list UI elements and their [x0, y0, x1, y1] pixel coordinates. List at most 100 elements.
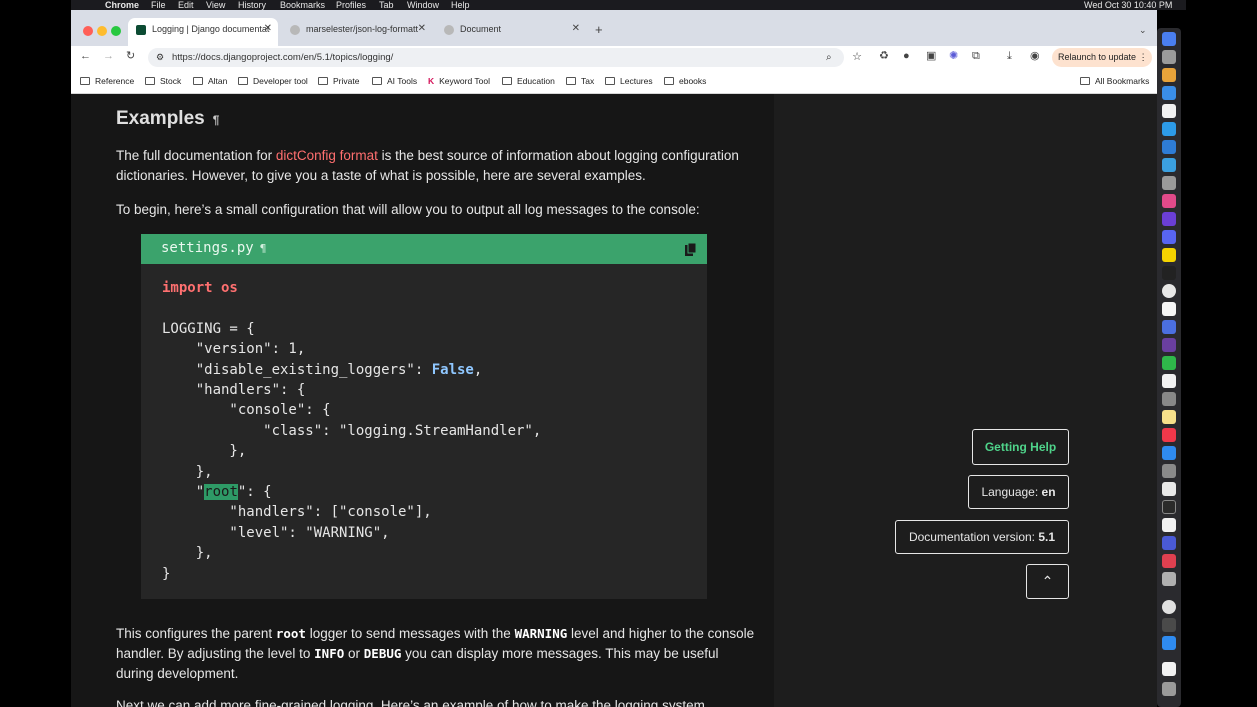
app-icon[interactable] [1162, 554, 1176, 568]
version-selector[interactable]: Documentation version: 5.1 [895, 520, 1069, 554]
bookmark-star-icon[interactable]: ☆ [852, 48, 862, 67]
tab-django-logging[interactable]: Logging | Django documentat ✕ [128, 18, 278, 46]
close-tab-icon[interactable]: ✕ [418, 19, 426, 39]
bookmark-lectures[interactable]: Lectures [605, 76, 653, 86]
copy-icon[interactable] [685, 243, 696, 256]
getting-help-button[interactable]: Getting Help [972, 429, 1069, 465]
bookmark-altan[interactable]: Altan [193, 76, 227, 86]
app-icon[interactable] [1162, 500, 1176, 514]
relaunch-button[interactable]: Relaunch to update ⋮ [1052, 48, 1152, 67]
bookmark-reference[interactable]: Reference [80, 76, 134, 86]
code-keyword: import [162, 280, 213, 296]
system-settings-icon[interactable] [1162, 600, 1176, 614]
all-bookmarks[interactable]: All Bookmarks [1080, 76, 1149, 86]
safari-icon[interactable] [1162, 86, 1176, 100]
heading-permalink[interactable]: ¶ [213, 113, 220, 127]
telegram-icon[interactable] [1162, 158, 1176, 172]
app-icon[interactable] [1162, 212, 1176, 226]
menu-view[interactable]: View [206, 0, 225, 10]
menu-help[interactable]: Help [451, 0, 470, 10]
dictconfig-link[interactable]: dictConfig format [276, 148, 378, 163]
bookmark-developer-tool[interactable]: Developer tool [238, 76, 308, 86]
extension-square-icon[interactable]: ▣ [926, 49, 936, 63]
folder-icon [238, 77, 248, 85]
bookmark-private[interactable]: Private [318, 76, 359, 86]
back-to-top-button[interactable]: ⌃ [1026, 564, 1069, 599]
discord-icon[interactable] [1162, 230, 1176, 244]
extension-recycle-icon[interactable]: ♻ [879, 49, 889, 63]
close-window-button[interactable] [83, 26, 93, 36]
extension-gear-icon[interactable]: ✺ [949, 49, 958, 63]
launchpad-icon[interactable] [1162, 50, 1176, 64]
kakaotalk-icon[interactable] [1162, 248, 1176, 262]
music-icon[interactable] [1162, 428, 1176, 442]
app-icon[interactable] [1162, 392, 1176, 406]
database-icon[interactable] [1162, 464, 1176, 478]
address-bar[interactable]: ⚙ https://docs.djangoproject.com/en/5.1/… [148, 48, 862, 67]
notion-icon[interactable] [1162, 302, 1176, 316]
menu-file[interactable]: File [151, 0, 166, 10]
bookmark-keyword-tool[interactable]: K Keyword Tool [428, 76, 490, 86]
bookmark-stock[interactable]: Stock [145, 76, 181, 86]
menu-edit[interactable]: Edit [178, 0, 194, 10]
app-icon[interactable] [1162, 482, 1176, 496]
menu-bookmarks[interactable]: Bookmarks [280, 0, 325, 10]
app-icon[interactable] [1162, 636, 1176, 650]
menu-profiles[interactable]: Profiles [336, 0, 366, 10]
document-icon[interactable] [1162, 662, 1176, 676]
app-icon[interactable] [1162, 618, 1176, 632]
terminal-icon[interactable] [1162, 266, 1176, 280]
menu-history[interactable]: History [238, 0, 266, 10]
bookmark-tax[interactable]: Tax [566, 76, 594, 86]
chrome-icon[interactable] [1162, 68, 1176, 82]
filename-permalink[interactable]: ¶ [260, 242, 267, 255]
calendar-icon[interactable] [1162, 104, 1176, 118]
finder-icon[interactable] [1162, 32, 1176, 46]
trash-icon[interactable] [1162, 682, 1176, 696]
code-selection-highlight[interactable]: root [204, 484, 238, 501]
forward-icon[interactable]: → [103, 49, 114, 63]
app-icon[interactable] [1162, 518, 1176, 532]
app-icon[interactable] [1162, 320, 1176, 334]
bookmark-education[interactable]: Education [502, 76, 555, 86]
menu-window[interactable]: Window [407, 0, 439, 10]
download-icon[interactable]: ⤓ [1007, 49, 1012, 63]
notes-icon[interactable] [1162, 410, 1176, 424]
minimize-window-button[interactable] [97, 26, 107, 36]
close-tab-icon[interactable]: ✕ [572, 19, 580, 39]
bookmark-ebooks[interactable]: ebooks [664, 76, 706, 86]
kebab-menu-icon[interactable]: ⋮ [1139, 52, 1148, 62]
code-line: LOGGING = { [162, 320, 255, 337]
app-store-icon[interactable] [1162, 446, 1176, 460]
reminders-icon[interactable] [1162, 374, 1176, 388]
vscode-icon[interactable] [1162, 140, 1176, 154]
profile-avatar-icon[interactable]: ◉ [1030, 49, 1040, 63]
edge-icon[interactable] [1162, 122, 1176, 136]
site-settings-icon[interactable]: ⚙ [156, 48, 164, 67]
version-value: 5.1 [1038, 530, 1056, 544]
bookmark-label: ebooks [679, 76, 707, 86]
messages-icon[interactable] [1162, 356, 1176, 370]
slack-icon[interactable] [1162, 194, 1176, 208]
code-line: }, [162, 463, 213, 480]
new-tab-button[interactable]: + [595, 23, 603, 37]
language-selector[interactable]: Language: en [968, 475, 1069, 509]
tab-search-chevron-icon[interactable]: ⌄ [1139, 23, 1147, 37]
chatgpt-icon[interactable] [1162, 284, 1176, 298]
bookmark-ai-tools[interactable]: AI Tools [372, 76, 417, 86]
close-tab-icon[interactable]: ✕ [264, 18, 272, 40]
tab-json-log-formatter[interactable]: marselester/json-log-formatt ✕ [284, 19, 432, 39]
app-icon[interactable] [1162, 536, 1176, 550]
menu-app-name[interactable]: Chrome [105, 0, 139, 10]
menu-tab[interactable]: Tab [379, 0, 394, 10]
zoom-icon[interactable]: ⌕ [826, 48, 832, 67]
app-icon[interactable] [1162, 572, 1176, 586]
app-icon[interactable] [1162, 338, 1176, 352]
app-icon[interactable] [1162, 176, 1176, 190]
extensions-puzzle-icon[interactable]: ⧉ [972, 49, 980, 63]
tab-document[interactable]: Document ✕ [438, 19, 586, 39]
zoom-window-button[interactable] [111, 26, 121, 36]
back-icon[interactable]: ← [80, 49, 91, 63]
reload-icon[interactable]: ↻ [126, 49, 135, 63]
extension-circle-icon[interactable]: ● [903, 49, 910, 63]
